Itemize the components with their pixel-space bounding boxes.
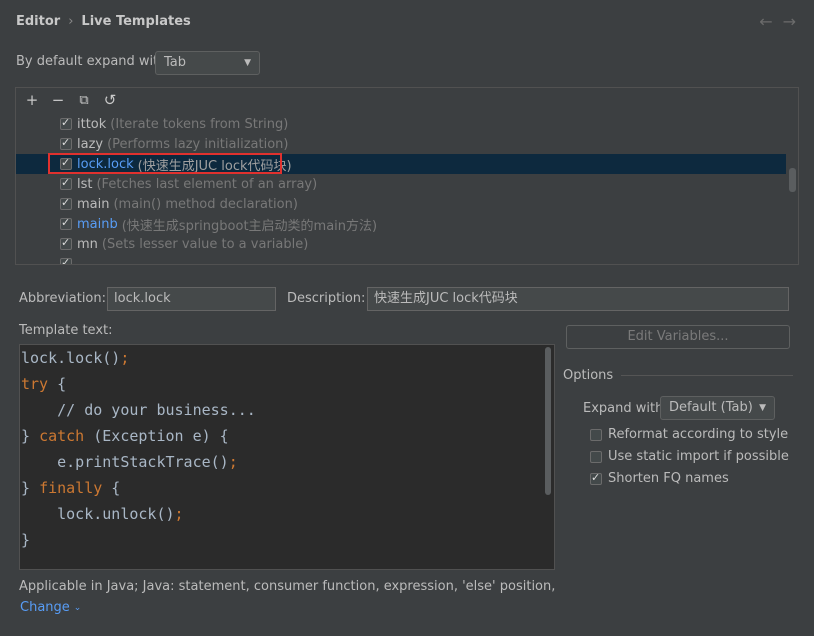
navigation-arrows: ← → xyxy=(759,12,796,31)
template-row-partial[interactable] xyxy=(16,254,786,264)
add-icon[interactable]: + xyxy=(24,91,40,109)
code-line: // do your business... xyxy=(21,401,256,419)
template-abbreviation: lock.lock xyxy=(77,156,134,172)
template-description: (Sets lesser value to a variable) xyxy=(101,236,309,252)
template-checkbox[interactable] xyxy=(60,236,72,250)
template-description: (Iterate tokens from String) xyxy=(110,116,289,132)
template-text-editor[interactable]: lock.lock(); try { // do your business..… xyxy=(19,344,555,570)
template-abbreviation: main xyxy=(77,196,110,212)
templates-toolbar: + − ⧉ ↺ xyxy=(16,88,798,112)
forward-arrow-icon[interactable]: → xyxy=(783,12,796,31)
shorten-fq-label: Shorten FQ names xyxy=(608,471,729,486)
code-line: } finally { xyxy=(21,479,121,497)
template-abbreviation: mn xyxy=(77,236,98,252)
default-expand-label: By default expand with xyxy=(16,54,167,69)
templates-panel: + − ⧉ ↺ ittok (Iterate tokens from Strin… xyxy=(15,87,799,265)
template-description: (Performs lazy initialization) xyxy=(107,136,289,152)
list-scrollbar[interactable] xyxy=(789,168,796,192)
code-line: } xyxy=(21,531,31,549)
code-line: e.printStackTrace(); xyxy=(21,453,238,471)
options-divider xyxy=(621,375,793,376)
options-header: Options xyxy=(563,368,793,383)
chevron-down-icon: ▼ xyxy=(759,403,766,413)
description-field[interactable]: 快速生成JUC lock代码块 xyxy=(367,287,789,311)
description-label: Description: xyxy=(287,291,366,306)
template-row-main[interactable]: main (main() method declaration) xyxy=(16,194,786,214)
template-row-lazy[interactable]: lazy (Performs lazy initialization) xyxy=(16,134,786,154)
template-checkbox[interactable] xyxy=(60,116,72,130)
template-abbreviation: lst xyxy=(77,176,93,192)
applicable-contexts: Applicable in Java; Java: statement, con… xyxy=(19,579,559,594)
template-row-mn[interactable]: mn (Sets lesser value to a variable) xyxy=(16,234,786,254)
template-checkbox[interactable] xyxy=(60,216,72,230)
template-row-lock-lock[interactable]: lock.lock (快速生成JUC lock代码块) xyxy=(16,154,786,174)
template-description: (快速生成springboot主启动类的main方法) xyxy=(121,218,378,234)
default-expand-value: Tab xyxy=(164,55,187,70)
copy-icon[interactable]: ⧉ xyxy=(76,93,92,108)
template-text-label: Template text: xyxy=(19,323,113,338)
breadcrumb-editor[interactable]: Editor xyxy=(16,14,60,29)
static-import-checkbox[interactable] xyxy=(590,450,602,463)
template-description: (Fetches last element of an array) xyxy=(96,176,318,192)
code-line: } catch (Exception e) { xyxy=(21,427,229,445)
template-checkbox[interactable] xyxy=(60,256,72,264)
static-import-option[interactable]: Use static import if possible xyxy=(590,449,789,464)
expand-with-value: Default (Tab) xyxy=(669,400,753,415)
template-checkbox[interactable] xyxy=(60,156,72,170)
change-label: Change xyxy=(20,600,70,615)
back-arrow-icon[interactable]: ← xyxy=(759,12,772,31)
expand-with-select[interactable]: Default (Tab) ▼ xyxy=(660,396,775,420)
edit-variables-button[interactable]: Edit Variables... xyxy=(566,325,790,349)
chevron-down-icon: ⌄ xyxy=(73,602,82,613)
template-description: (main() method declaration) xyxy=(113,196,298,212)
restore-icon[interactable]: ↺ xyxy=(102,91,118,109)
template-abbreviation: ittok xyxy=(77,116,107,132)
template-row-mainb[interactable]: mainb (快速生成springboot主启动类的main方法) xyxy=(16,214,786,234)
template-checkbox[interactable] xyxy=(60,196,72,210)
breadcrumb-separator: › xyxy=(68,14,74,29)
template-checkbox[interactable] xyxy=(60,136,72,150)
template-checkbox[interactable] xyxy=(60,176,72,190)
reformat-checkbox[interactable] xyxy=(590,428,602,441)
expand-with-label: Expand with xyxy=(583,401,664,416)
change-link[interactable]: Change ⌄ xyxy=(20,600,81,615)
default-expand-select[interactable]: Tab ▼ xyxy=(155,51,260,75)
remove-icon[interactable]: − xyxy=(50,91,66,109)
code-line: try { xyxy=(21,375,67,393)
template-abbreviation: mainb xyxy=(77,216,118,232)
code-line: lock.unlock(); xyxy=(21,505,184,523)
abbreviation-label: Abbreviation: xyxy=(19,291,107,306)
abbreviation-field[interactable]: lock.lock xyxy=(107,287,276,311)
breadcrumb: Editor › Live Templates xyxy=(16,14,191,29)
static-import-label: Use static import if possible xyxy=(608,449,789,464)
page-title: Live Templates xyxy=(81,14,191,29)
shorten-fq-option[interactable]: Shorten FQ names xyxy=(590,471,729,486)
template-abbreviation: lazy xyxy=(77,136,104,152)
template-row-lst[interactable]: lst (Fetches last element of an array) xyxy=(16,174,786,194)
options-title: Options xyxy=(563,368,614,383)
reformat-option[interactable]: Reformat according to style xyxy=(590,427,788,442)
chevron-down-icon: ▼ xyxy=(244,58,251,68)
template-row-ittok[interactable]: ittok (Iterate tokens from String) xyxy=(16,114,786,134)
editor-scrollbar[interactable] xyxy=(545,347,551,495)
template-description: (快速生成JUC lock代码块) xyxy=(137,158,292,174)
shorten-fq-checkbox[interactable] xyxy=(590,471,602,485)
code-line: lock.lock(); xyxy=(21,349,130,367)
reformat-label: Reformat according to style xyxy=(608,427,789,442)
